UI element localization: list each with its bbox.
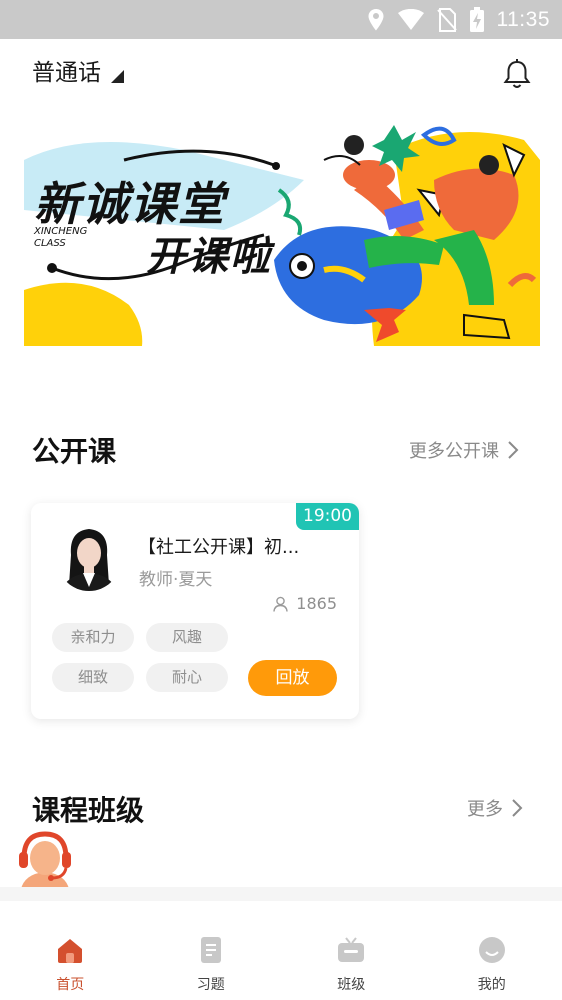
bottom-nav: 首页 习题 班级 我的 [0, 901, 562, 1000]
document-icon [200, 937, 221, 963]
nav-home[interactable]: 首页 [0, 901, 141, 1000]
language-label: 普通话 [32, 60, 101, 86]
status-icons: 11:35 [367, 0, 551, 39]
status-bar: 11:35 [0, 0, 562, 39]
course-class-title: 课程班级 [32, 794, 145, 827]
banner-headline-2: 开课啦 [146, 234, 272, 280]
bell-icon[interactable] [500, 57, 534, 91]
teacher-avatar [57, 527, 121, 591]
nav-exercises-label: 习题 [196, 977, 225, 993]
more-classes-link[interactable]: 更多 [467, 795, 523, 821]
time-badge: 19:00 [296, 503, 359, 530]
tag: 亲和力 [52, 623, 134, 652]
more-open-courses-label: 更多公开课 [409, 441, 499, 462]
replay-button[interactable]: 回放 [248, 660, 337, 696]
user-icon [273, 596, 288, 612]
nav-profile[interactable]: 我的 [422, 901, 562, 1000]
teacher-name: 教师·夏天 [139, 570, 213, 590]
more-open-courses-link[interactable]: 更多公开课 [409, 437, 519, 463]
dropdown-triangle-icon [111, 70, 124, 83]
wifi-icon [397, 8, 424, 30]
tag: 风趣 [146, 623, 228, 652]
nav-home-label: 首页 [56, 977, 85, 993]
nav-exercises[interactable]: 习题 [141, 901, 282, 1000]
home-icon [58, 939, 83, 963]
banner-brand-en-1: XINCHENG [34, 226, 88, 237]
top-bar: 普通话 [0, 39, 562, 109]
course-title: 【社工公开课】初... [138, 537, 300, 558]
customer-service-icon[interactable] [12, 828, 78, 894]
chevron-right-icon [508, 441, 519, 459]
promo-banner[interactable]: 新诚课堂 XINCHENG CLASS 开课啦 [24, 120, 540, 346]
banner-brand-en-2: CLASS [34, 238, 66, 249]
viewer-count-value: 1865 [296, 594, 337, 613]
no-sim-icon [436, 7, 457, 32]
tv-icon [338, 937, 365, 962]
battery-charging-icon [469, 6, 484, 32]
language-selector[interactable]: 普通话 [32, 59, 124, 87]
nav-class-label: 班级 [337, 977, 366, 993]
chevron-right-icon [512, 799, 523, 817]
tag: 耐心 [146, 663, 228, 692]
smile-icon [478, 937, 505, 963]
bottom-divider [0, 887, 562, 901]
open-course-card[interactable]: 19:00 【社工公开课】初... 教师·夏天 1865 亲和力 风趣 细致 耐… [31, 503, 359, 719]
more-classes-label: 更多 [467, 799, 503, 820]
status-time: 11:35 [496, 7, 550, 31]
tag: 细致 [52, 663, 134, 692]
nav-class[interactable]: 班级 [281, 901, 422, 1000]
viewer-count: 1865 [273, 594, 337, 613]
nav-profile-label: 我的 [477, 977, 506, 993]
location-icon [368, 8, 383, 30]
open-course-title: 公开课 [32, 435, 117, 468]
